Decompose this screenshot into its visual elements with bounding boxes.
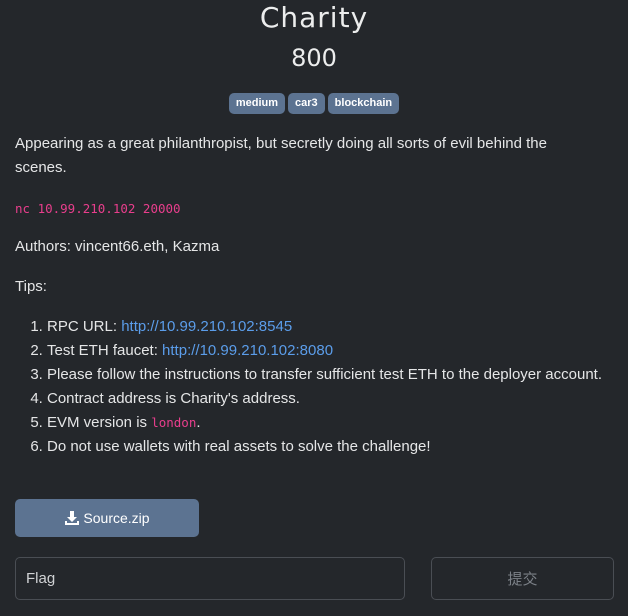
tag-category: blockchain — [327, 93, 400, 114]
tip-contract: Contract address is Charity's address. — [47, 387, 617, 411]
tip-evm: EVM version is london. — [47, 411, 617, 435]
flag-input[interactable] — [15, 557, 405, 600]
tips-heading: Tips: — [15, 278, 47, 295]
tip-rpc-label: RPC URL: — [47, 318, 122, 335]
download-icon — [65, 510, 80, 525]
challenge-points: 800 — [291, 44, 337, 72]
connection-command: nc 10.99.210.102 20000 — [15, 201, 181, 216]
download-source-button[interactable]: Source.zip — [15, 499, 199, 537]
submit-button[interactable]: 提交 — [431, 557, 614, 600]
faucet-url-link[interactable]: http://10.99.210.102:8080 — [162, 342, 333, 359]
tip-evm-suffix: . — [196, 414, 201, 431]
tips-list: RPC URL: http://10.99.210.102:8545 Test … — [15, 315, 617, 459]
tip-evm-label: EVM version is — [47, 414, 152, 431]
download-label: Source.zip — [83, 510, 150, 526]
tag-difficulty: medium — [228, 93, 286, 114]
tag-list: medium car3 blockchain — [0, 93, 628, 114]
tip-warning: Do not use wallets with real assets to s… — [47, 435, 617, 459]
tip-faucet-label: Test ETH faucet: — [47, 342, 163, 359]
tip-faucet: Test ETH faucet: http://10.99.210.102:80… — [47, 339, 617, 363]
tag-author-team: car3 — [288, 93, 325, 114]
tip-instructions: Please follow the instructions to transf… — [47, 363, 617, 387]
evm-version-code: london — [151, 415, 197, 430]
challenge-description: Appearing as a great philanthropist, but… — [15, 135, 547, 176]
tip-rpc: RPC URL: http://10.99.210.102:8545 — [47, 315, 617, 339]
challenge-authors: Authors: vincent66.eth, Kazma — [15, 238, 220, 255]
challenge-modal: Charity 800 medium car3 blockchain Appea… — [0, 0, 628, 616]
challenge-title: Charity — [259, 1, 369, 34]
rpc-url-link[interactable]: http://10.99.210.102:8545 — [121, 318, 292, 335]
